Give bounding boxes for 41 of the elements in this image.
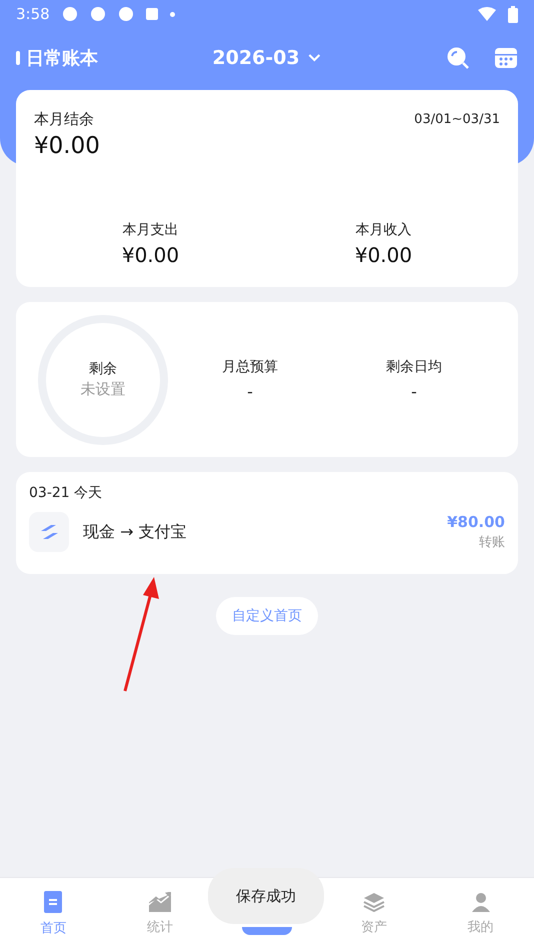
entry-amount: ¥80.00 bbox=[447, 513, 505, 531]
nav-tab[interactable]: 我的 bbox=[427, 878, 534, 950]
battery-icon bbox=[508, 6, 518, 22]
app-notification-icon bbox=[90, 6, 106, 22]
day-date: 03-21 今天 bbox=[29, 484, 104, 502]
entry-title[interactable]: 现金 → 支付宝 bbox=[83, 522, 187, 542]
stat-value: ¥0.00 bbox=[122, 243, 180, 267]
keyboard-notification-icon bbox=[146, 8, 158, 20]
entry-type: 转账 bbox=[479, 534, 505, 551]
ring-label: 剩余 bbox=[89, 360, 117, 378]
book-marker-icon bbox=[16, 51, 20, 65]
ledger-title[interactable]: 日常账本 bbox=[26, 46, 98, 70]
date-range: 03/01~03/31 bbox=[414, 112, 500, 127]
save-toast: 保存成功 bbox=[208, 868, 324, 924]
month-selector[interactable]: 2026-03 bbox=[212, 47, 322, 69]
person-icon bbox=[470, 892, 491, 912]
app-notification-icon bbox=[62, 6, 78, 22]
balance-label: 本月结余 bbox=[34, 110, 94, 129]
document-icon bbox=[44, 891, 62, 913]
budget-value: - bbox=[411, 382, 417, 401]
calendar-icon[interactable] bbox=[494, 46, 518, 70]
chevron-down-icon bbox=[308, 53, 322, 63]
transfer-icon bbox=[29, 512, 69, 552]
budget-label: 剩余日均 bbox=[386, 358, 442, 376]
add-button[interactable] bbox=[242, 927, 292, 935]
stat-label: 本月支出 bbox=[122, 221, 178, 239]
more-notifications-icon bbox=[170, 12, 175, 16]
balance-amount: ¥0.00 bbox=[34, 133, 101, 159]
app-notification-icon bbox=[118, 6, 134, 22]
layers-icon bbox=[362, 892, 385, 912]
nav-tab[interactable]: 首页 bbox=[0, 878, 107, 950]
search-icon[interactable] bbox=[446, 46, 470, 70]
stat-value: ¥0.00 bbox=[354, 243, 412, 267]
wifi-icon bbox=[478, 7, 496, 21]
ring-value: 未设置 bbox=[80, 380, 126, 399]
budget-label: 月总预算 bbox=[222, 358, 278, 376]
stat-label: 本月收入 bbox=[356, 221, 412, 239]
chart-icon bbox=[149, 892, 172, 912]
status-time: 3:58 bbox=[16, 5, 50, 23]
budget-value: - bbox=[247, 382, 253, 401]
customize-button[interactable]: 自定义首页 bbox=[216, 597, 318, 635]
